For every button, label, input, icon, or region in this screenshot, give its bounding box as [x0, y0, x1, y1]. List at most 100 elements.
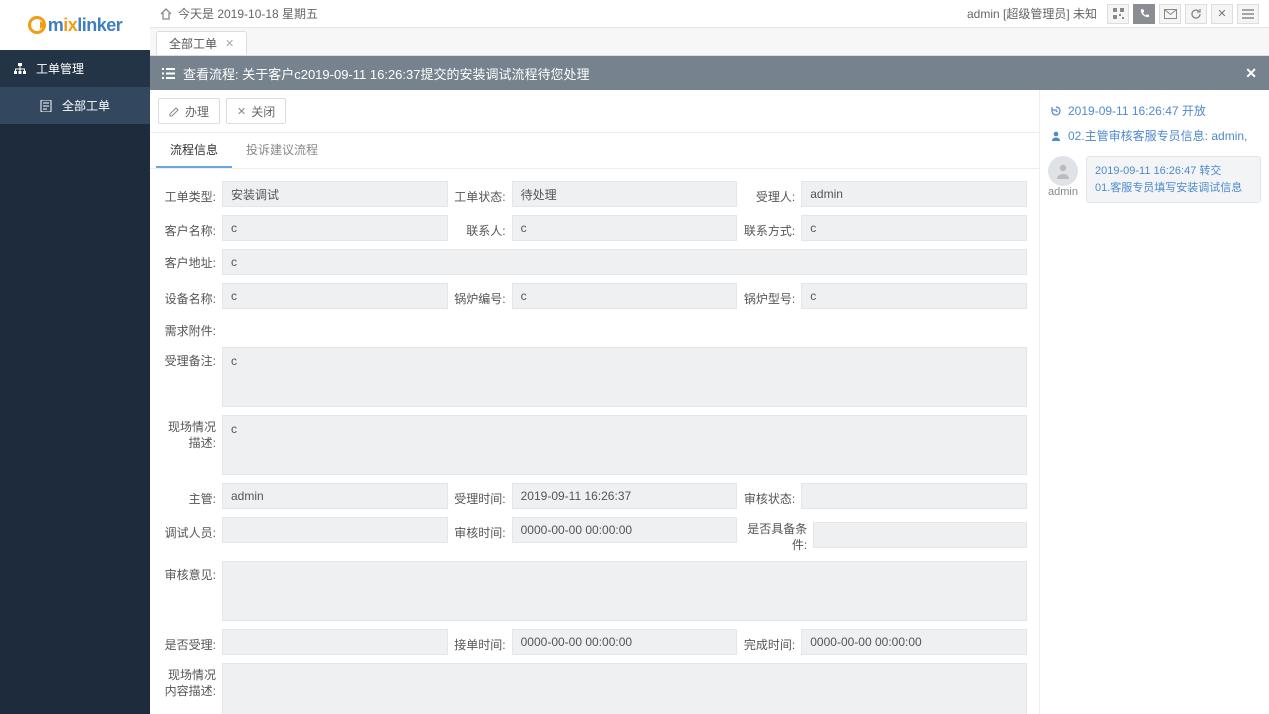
close-icon[interactable]: ✕ [1211, 4, 1233, 24]
sitemap-icon [14, 63, 28, 75]
home-icon [160, 8, 172, 20]
tab-all-tickets[interactable]: 全部工单 ✕ [156, 31, 247, 55]
topbar-right: admin [超级管理员] 未知 ✕ [967, 4, 1259, 24]
toolbar: 办理 ✕ 关闭 [150, 90, 1039, 133]
val-status: 待处理 [512, 181, 738, 207]
avatar-icon [1048, 156, 1078, 186]
lbl-scene-content: 现场情况内容描述: [162, 663, 222, 699]
panel-title-bar: 查看流程: 关于客户c2019-09-11 16:26:37提交的安装调试流程待… [150, 56, 1269, 90]
val-boiler-no: c [512, 283, 738, 309]
lbl-dev-name: 设备名称: [162, 285, 222, 307]
val-cust-addr: c [222, 249, 1027, 275]
left-panel: 办理 ✕ 关闭 流程信息 投诉建议流程 工单类型:安装调试 工单状态:待处理 [150, 90, 1039, 714]
timeline-step-text: 02.主管审核客服专员信息: admin, [1068, 127, 1247, 144]
lbl-audit-time: 审核时间: [452, 519, 512, 541]
val-scene-content [222, 663, 1027, 714]
subtab-process-info[interactable]: 流程信息 [156, 133, 232, 168]
lbl-cust-name: 客户名称: [162, 217, 222, 239]
sidebar: m ix linker 工单管理 全部工单 [0, 0, 150, 714]
history-icon [1050, 105, 1068, 117]
lbl-manager: 主管: [162, 485, 222, 507]
val-contact-way: c [801, 215, 1027, 241]
timeline-card-user: admin [1048, 186, 1078, 198]
refresh-icon[interactable] [1185, 4, 1207, 24]
lbl-scene-desc: 现场情况描述: [162, 415, 222, 451]
form-body[interactable]: 工单类型:安装调试 工单状态:待处理 受理人:admin 客户名称:c 联系人:… [150, 169, 1039, 714]
tab-close-icon[interactable]: ✕ [225, 37, 234, 50]
document-icon [40, 100, 54, 112]
val-has-cond [813, 522, 1027, 548]
phone-icon[interactable] [1133, 4, 1155, 24]
lbl-accept-time: 受理时间: [452, 485, 512, 507]
lbl-contact: 联系人: [452, 217, 512, 239]
val-dev-name: c [222, 283, 448, 309]
process-button-label: 办理 [185, 103, 209, 120]
topbar-user: admin [超级管理员] 未知 [967, 5, 1097, 22]
timeline-panel: 2019-09-11 16:26:47 开放 02.主管审核客服专员信息: ad… [1039, 90, 1269, 714]
tabbar: 全部工单 ✕ [150, 28, 1269, 56]
val-assignee: admin [801, 181, 1027, 207]
topbar: 今天是 2019-10-18 星期五 admin [超级管理员] 未知 ✕ [150, 0, 1269, 28]
lbl-attach: 需求附件: [162, 317, 222, 339]
nav-child-label: 全部工单 [62, 97, 110, 114]
lbl-boiler-model: 锅炉型号: [741, 285, 801, 307]
lbl-audit-opinion: 审核意见: [162, 561, 222, 583]
timeline-open-text: 2019-09-11 16:26:47 开放 [1068, 102, 1206, 119]
lbl-receive-time: 接单时间: [452, 631, 512, 653]
lbl-tester: 调试人员: [162, 519, 222, 541]
nav-child-all-tickets[interactable]: 全部工单 [0, 87, 150, 124]
val-receive-time: 0000-00-00 00:00:00 [512, 629, 738, 655]
main: 今天是 2019-10-18 星期五 admin [超级管理员] 未知 ✕ [150, 0, 1269, 714]
list-icon [162, 68, 175, 79]
user-icon [1050, 130, 1068, 142]
timeline-card: admin 2019-09-11 16:26:47 转交 01.客服专员填写安装… [1048, 156, 1261, 203]
val-boiler-model: c [801, 283, 1027, 309]
logo: m ix linker [0, 0, 150, 50]
lbl-contact-way: 联系方式: [741, 217, 801, 239]
val-scene-desc: c [222, 415, 1027, 475]
val-tester [222, 517, 448, 543]
lbl-audit-status: 审核状态: [741, 485, 801, 507]
nav-parent-label: 工单管理 [36, 60, 84, 77]
timeline-bubble: 2019-09-11 16:26:47 转交 01.客服专员填写安装调试信息 [1086, 156, 1261, 203]
lbl-boiler-no: 锅炉编号: [452, 285, 512, 307]
lbl-is-accept: 是否受理: [162, 631, 222, 653]
lbl-cust-addr: 客户地址: [162, 249, 222, 271]
subtab-complaint[interactable]: 投诉建议流程 [232, 133, 332, 168]
tab-label: 全部工单 [169, 35, 217, 52]
close-button-label: 关闭 [251, 103, 275, 120]
lbl-status: 工单状态: [452, 183, 512, 205]
val-audit-time: 0000-00-00 00:00:00 [512, 517, 738, 543]
val-finish-time: 0000-00-00 00:00:00 [801, 629, 1027, 655]
val-contact: c [512, 215, 738, 241]
panel-title: 查看流程: 关于客户c2019-09-11 16:26:37提交的安装调试流程待… [183, 64, 589, 83]
topbar-date: 今天是 2019-10-18 星期五 [178, 5, 318, 22]
process-button[interactable]: 办理 [158, 98, 220, 124]
qrcode-icon[interactable] [1107, 4, 1129, 24]
subtabs: 流程信息 投诉建议流程 [150, 133, 1039, 169]
lbl-has-cond: 是否具备条件: [741, 517, 813, 553]
mail-icon[interactable] [1159, 4, 1181, 24]
nav-parent-ticket-mgmt[interactable]: 工单管理 [0, 50, 150, 87]
panel-close-icon[interactable]: ✕ [1245, 65, 1257, 82]
close-button[interactable]: ✕ 关闭 [226, 98, 286, 124]
logo-text-3: linker [77, 15, 122, 36]
lbl-type: 工单类型: [162, 183, 222, 205]
val-audit-opinion [222, 561, 1027, 621]
lbl-assignee: 受理人: [741, 183, 801, 205]
logo-text-1: m [48, 15, 64, 36]
edit-icon [169, 106, 180, 117]
menu-icon[interactable] [1237, 4, 1259, 24]
lbl-finish-time: 完成时间: [741, 631, 801, 653]
val-cust-name: c [222, 215, 448, 241]
val-manager: admin [222, 483, 448, 509]
timeline-step-row: 02.主管审核客服专员信息: admin, [1048, 123, 1261, 148]
logo-mark-icon [28, 16, 46, 34]
x-icon: ✕ [237, 105, 246, 118]
val-remark: c [222, 347, 1027, 407]
timeline-open-row: 2019-09-11 16:26:47 开放 [1048, 98, 1261, 123]
val-type: 安装调试 [222, 181, 448, 207]
val-accept-time: 2019-09-11 16:26:37 [512, 483, 738, 509]
logo-text-2: ix [63, 15, 77, 36]
timeline-card-text: 01.客服专员填写安装调试信息 [1095, 180, 1252, 197]
